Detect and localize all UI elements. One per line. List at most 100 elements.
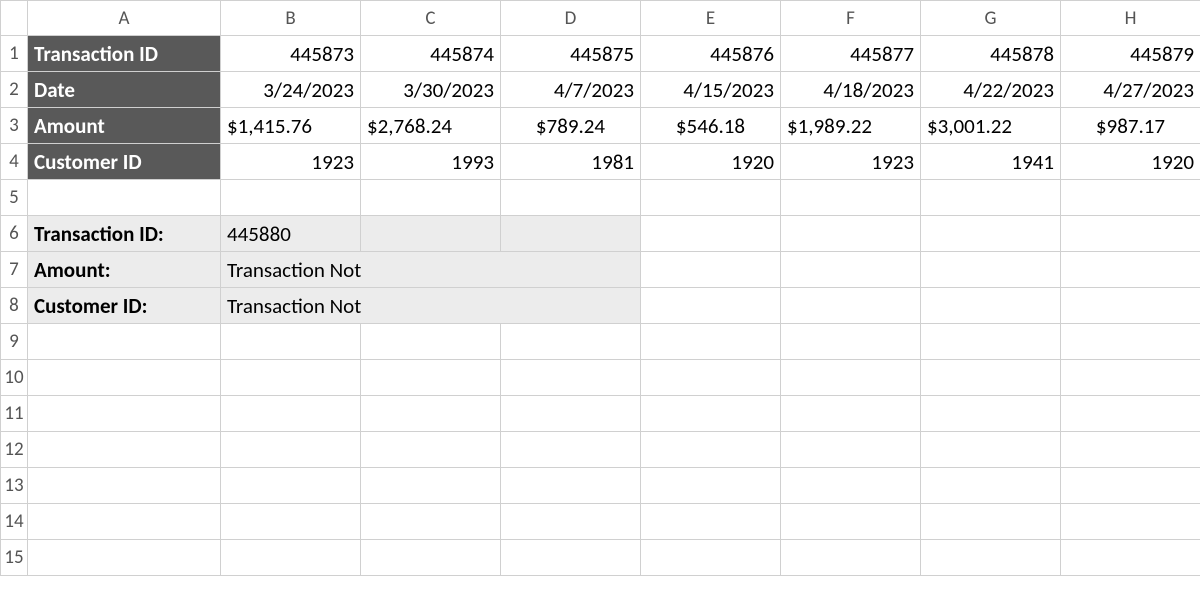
cell-C1[interactable]: 445874 [361, 36, 501, 72]
cell-D1[interactable]: 445875 [501, 36, 641, 72]
cell-E7[interactable] [641, 252, 781, 288]
row-header-3[interactable]: 3 [0, 108, 28, 144]
col-header-E[interactable]: E [641, 0, 781, 36]
row-header-7[interactable]: 7 [0, 252, 28, 288]
row-header-6[interactable]: 6 [0, 216, 28, 252]
cell-H2[interactable]: 4/27/2023 [1061, 72, 1200, 108]
row-header-15[interactable]: 15 [0, 540, 28, 576]
cell-G7[interactable] [921, 252, 1061, 288]
cell-B4[interactable]: 1923 [221, 144, 361, 180]
col-header-G[interactable]: G [921, 0, 1061, 36]
cell-A5[interactable] [28, 180, 221, 216]
cell-D3[interactable]: $789.24 [501, 108, 641, 144]
cell-F11[interactable] [781, 396, 921, 432]
cell-H6[interactable] [1061, 216, 1200, 252]
cell-C8[interactable] [361, 288, 501, 324]
cell-G1[interactable]: 445878 [921, 36, 1061, 72]
select-all-corner[interactable] [0, 0, 28, 36]
cell-D2[interactable]: 4/7/2023 [501, 72, 641, 108]
cell-E1[interactable]: 445876 [641, 36, 781, 72]
cell-F13[interactable] [781, 468, 921, 504]
cell-B6[interactable]: 445880 [221, 216, 361, 252]
cell-A10[interactable] [28, 360, 221, 396]
cell-G12[interactable] [921, 432, 1061, 468]
col-header-A[interactable]: A [28, 0, 221, 36]
cell-E13[interactable] [641, 468, 781, 504]
cell-C13[interactable] [361, 468, 501, 504]
cell-F12[interactable] [781, 432, 921, 468]
cell-G5[interactable] [921, 180, 1061, 216]
cell-H13[interactable] [1061, 468, 1200, 504]
cell-B15[interactable] [221, 540, 361, 576]
cell-F15[interactable] [781, 540, 921, 576]
cell-H4[interactable]: 1920 [1061, 144, 1200, 180]
cell-C15[interactable] [361, 540, 501, 576]
cell-B9[interactable] [221, 324, 361, 360]
cell-H11[interactable] [1061, 396, 1200, 432]
cell-A8[interactable]: Customer ID: [28, 288, 221, 324]
cell-F8[interactable] [781, 288, 921, 324]
cell-B3[interactable]: $1,415.76 [221, 108, 361, 144]
cell-C4[interactable]: 1993 [361, 144, 501, 180]
cell-C6[interactable] [361, 216, 501, 252]
cell-F1[interactable]: 445877 [781, 36, 921, 72]
cell-G15[interactable] [921, 540, 1061, 576]
cell-H15[interactable] [1061, 540, 1200, 576]
cell-D4[interactable]: 1981 [501, 144, 641, 180]
cell-D8[interactable] [501, 288, 641, 324]
cell-D14[interactable] [501, 504, 641, 540]
cell-F4[interactable]: 1923 [781, 144, 921, 180]
cell-H9[interactable] [1061, 324, 1200, 360]
cell-C2[interactable]: 3/30/2023 [361, 72, 501, 108]
cell-B11[interactable] [221, 396, 361, 432]
cell-E12[interactable] [641, 432, 781, 468]
cell-A12[interactable] [28, 432, 221, 468]
spreadsheet-grid[interactable]: A B C D E F G H 1 Transaction ID 445873 … [0, 0, 1200, 576]
cell-D5[interactable] [501, 180, 641, 216]
cell-G2[interactable]: 4/22/2023 [921, 72, 1061, 108]
cell-A9[interactable] [28, 324, 221, 360]
cell-F2[interactable]: 4/18/2023 [781, 72, 921, 108]
row-header-12[interactable]: 12 [0, 432, 28, 468]
cell-B12[interactable] [221, 432, 361, 468]
cell-D12[interactable] [501, 432, 641, 468]
cell-D15[interactable] [501, 540, 641, 576]
cell-E10[interactable] [641, 360, 781, 396]
cell-A2[interactable]: Date [28, 72, 221, 108]
cell-H3[interactable]: $987.17 [1061, 108, 1200, 144]
cell-C14[interactable] [361, 504, 501, 540]
cell-E11[interactable] [641, 396, 781, 432]
cell-E8[interactable] [641, 288, 781, 324]
cell-D13[interactable] [501, 468, 641, 504]
row-header-1[interactable]: 1 [0, 36, 28, 72]
col-header-F[interactable]: F [781, 0, 921, 36]
cell-G8[interactable] [921, 288, 1061, 324]
cell-A13[interactable] [28, 468, 221, 504]
row-header-4[interactable]: 4 [0, 144, 28, 180]
cell-F10[interactable] [781, 360, 921, 396]
cell-E15[interactable] [641, 540, 781, 576]
cell-B1[interactable]: 445873 [221, 36, 361, 72]
cell-B10[interactable] [221, 360, 361, 396]
cell-D7[interactable] [501, 252, 641, 288]
cell-C7[interactable] [361, 252, 501, 288]
cell-C12[interactable] [361, 432, 501, 468]
cell-D10[interactable] [501, 360, 641, 396]
cell-G14[interactable] [921, 504, 1061, 540]
cell-A6[interactable]: Transaction ID: [28, 216, 221, 252]
cell-C3[interactable]: $2,768.24 [361, 108, 501, 144]
row-header-11[interactable]: 11 [0, 396, 28, 432]
cell-G4[interactable]: 1941 [921, 144, 1061, 180]
col-header-D[interactable]: D [501, 0, 641, 36]
cell-C5[interactable] [361, 180, 501, 216]
row-header-14[interactable]: 14 [0, 504, 28, 540]
row-header-8[interactable]: 8 [0, 288, 28, 324]
cell-F3[interactable]: $1,989.22 [781, 108, 921, 144]
col-header-H[interactable]: H [1061, 0, 1200, 36]
cell-F9[interactable] [781, 324, 921, 360]
cell-F5[interactable] [781, 180, 921, 216]
cell-E5[interactable] [641, 180, 781, 216]
cell-F7[interactable] [781, 252, 921, 288]
cell-H12[interactable] [1061, 432, 1200, 468]
cell-C10[interactable] [361, 360, 501, 396]
